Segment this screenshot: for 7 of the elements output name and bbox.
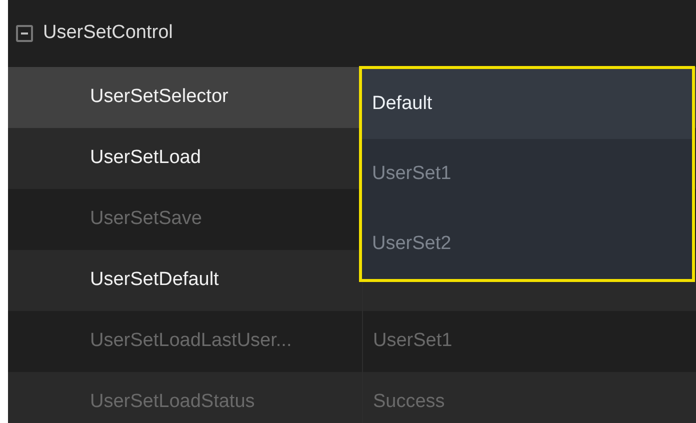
property-value: UserSet1 [372,329,454,354]
property-value: Success [372,390,446,414]
dropdown-option[interactable]: Default [362,69,692,139]
group-label: UserSetControl [43,21,173,46]
property-name: UserSetLoadStatus [8,372,363,423]
collapse-toggle-icon[interactable] [16,25,33,42]
property-row[interactable]: UserSetLoadStatus Success [8,372,696,423]
